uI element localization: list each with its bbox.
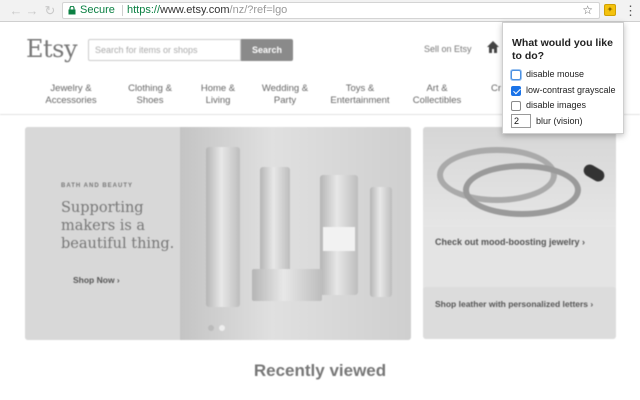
product-bottle <box>370 187 392 297</box>
carousel-dot-active[interactable] <box>219 325 225 331</box>
url-host: www.etsy.com <box>160 4 230 16</box>
back-arrow-icon[interactable]: ← <box>8 2 24 20</box>
home-icon[interactable] <box>486 40 500 54</box>
hero-kicker: BATH AND BEAUTY <box>61 183 133 189</box>
promo-card-leather[interactable]: Shop leather with personalized letters › <box>423 287 616 339</box>
kebab-menu-icon[interactable]: ⋮ <box>624 2 637 20</box>
url-divider <box>122 5 123 16</box>
promo-card-text: Check out mood-boosting jewelry › <box>435 237 586 247</box>
search-input[interactable]: Search for items or shops <box>88 39 241 61</box>
category-wedding[interactable]: Wedding & Party <box>252 83 318 107</box>
carousel-dot[interactable] <box>208 325 214 331</box>
url-text: https://www.etsy.com/nz/?ref=lgo <box>127 3 287 18</box>
stone-image <box>581 162 607 184</box>
bookmark-star-icon[interactable]: ☆ <box>582 3 593 18</box>
url-path: /nz/?ref=lgo <box>229 4 288 16</box>
disable-images-checkbox[interactable] <box>511 101 521 111</box>
search-button[interactable]: Search <box>241 39 293 61</box>
hero-banner[interactable]: BATH AND BEAUTY Supporting makers is a b… <box>25 127 411 340</box>
blur-number-input[interactable]: 2 <box>511 114 531 128</box>
product-label <box>323 227 355 251</box>
browser-window: ← → ↻ Secure https://www.etsy.com/nz/?re… <box>0 0 640 400</box>
secure-label: Secure <box>80 4 115 16</box>
section-heading: Recently viewed <box>253 361 387 380</box>
option-label: disable images <box>526 100 587 110</box>
extension-popup: What would you like to do? disable mouse… <box>502 22 624 134</box>
shop-now-link[interactable]: Shop Now › <box>73 275 120 285</box>
popup-title: What would you like to do? <box>512 37 613 62</box>
hero-product-photo <box>180 127 411 340</box>
lock-icon <box>68 6 76 15</box>
address-bar[interactable]: Secure https://www.etsy.com/nz/?ref=lgo … <box>62 2 600 19</box>
blur-label: blur (vision) <box>536 116 583 126</box>
reload-icon[interactable]: ↻ <box>42 2 58 20</box>
disable-mouse-checkbox[interactable] <box>511 70 521 80</box>
promo-card-text: Shop leather with personalized letters › <box>435 299 594 309</box>
option-label: disable mouse <box>526 69 585 79</box>
forward-arrow-icon[interactable]: → <box>24 2 40 20</box>
etsy-logo[interactable]: Etsy <box>26 35 78 63</box>
category-jewelry[interactable]: Jewelry & Accessories <box>38 83 104 107</box>
category-toys[interactable]: Toys & Entertainment <box>322 83 398 107</box>
url-scheme: https:// <box>127 4 161 16</box>
sell-on-etsy-link[interactable]: Sell on Etsy <box>424 44 472 54</box>
bangle-image <box>463 163 581 217</box>
product-bottle <box>206 147 240 307</box>
extension-icon[interactable]: ✦ <box>604 4 616 16</box>
promo-card-jewelry[interactable]: Check out mood-boosting jewelry › <box>423 127 616 294</box>
product-box <box>252 269 322 301</box>
hero-title: Supporting makers is a beautiful thing. <box>61 200 175 252</box>
category-art[interactable]: Art & Collectibles <box>404 83 470 107</box>
jewelry-photo <box>423 127 616 227</box>
category-home[interactable]: Home & Living <box>190 83 246 107</box>
category-clothing[interactable]: Clothing & Shoes <box>117 83 183 107</box>
option-label: low-contrast grayscale <box>526 85 616 95</box>
grayscale-checkbox[interactable] <box>511 86 521 96</box>
browser-toolbar: ← → ↻ Secure https://www.etsy.com/nz/?re… <box>0 0 640 22</box>
